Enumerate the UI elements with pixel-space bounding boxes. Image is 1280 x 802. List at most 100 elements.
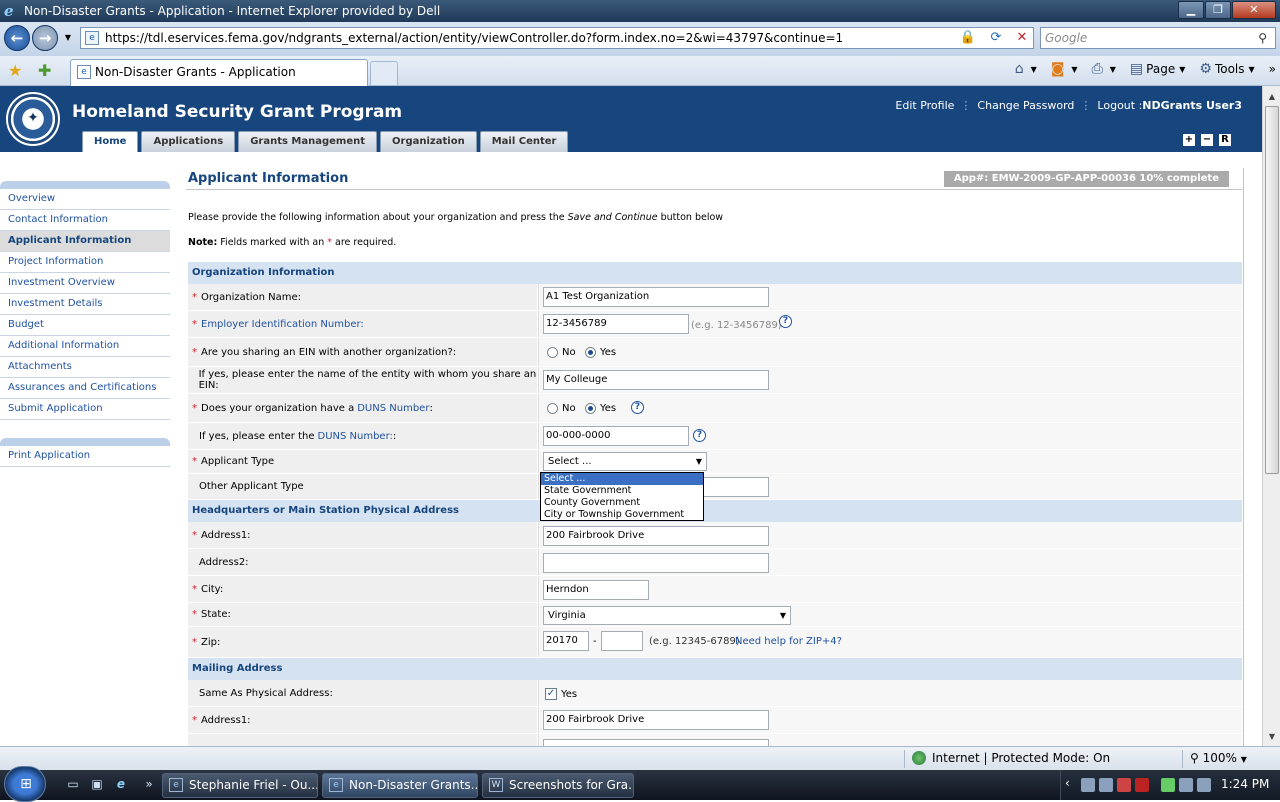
change-password-link[interactable]: Change Password <box>971 99 1080 112</box>
hq-state-select[interactable]: Virginia ▼ <box>543 606 791 625</box>
scrollbar-thumb[interactable] <box>1265 106 1279 474</box>
tab-mail-center[interactable]: Mail Center <box>479 131 569 152</box>
share-ein-yes-radio[interactable]: Yes <box>585 347 616 358</box>
sidebar-item-overview[interactable]: Overview <box>0 189 170 210</box>
refresh-icon[interactable]: ⟳ <box>986 28 1006 48</box>
page-scrollbar[interactable]: ▲ ▼ <box>1262 86 1280 746</box>
clock[interactable]: 1:24 PM <box>1221 777 1269 791</box>
taskbar-button-outlook[interactable]: e Stephanie Friel - Ou... <box>162 773 318 798</box>
duns-number-input[interactable]: 00-000-0000 <box>543 426 689 446</box>
duns-number-link[interactable]: DUNS Number: <box>318 431 393 442</box>
tab-home[interactable]: Home <box>82 131 139 152</box>
help-icon[interactable]: ? <box>693 429 706 442</box>
show-desktop-icon[interactable]: ▭ <box>64 777 82 793</box>
tab-applications[interactable]: Applications <box>141 131 236 152</box>
volume-icon[interactable] <box>1197 778 1211 792</box>
network-icon[interactable] <box>1179 778 1193 792</box>
mailing-address1-input[interactable]: 200 Fairbrook Drive <box>543 710 769 730</box>
zip4-help-link[interactable]: Need help for ZIP+4? <box>735 636 842 647</box>
share-ein-no-radio[interactable]: No <box>547 347 576 358</box>
add-favorites-icon[interactable]: ✚ <box>38 61 51 80</box>
sidebar-item-investment-overview[interactable]: Investment Overview <box>0 273 170 294</box>
sidebar-item-assurances[interactable]: Assurances and Certifications <box>0 378 170 399</box>
scroll-up-icon[interactable]: ▲ <box>1265 90 1279 104</box>
organization-name-input[interactable]: A1 Test Organization <box>543 287 769 307</box>
recent-pages-icon[interactable]: ▼ <box>58 28 78 48</box>
dropdown-option[interactable]: State Government <box>541 485 703 497</box>
help-icon[interactable]: ? <box>779 315 792 328</box>
has-duns-yes-radio[interactable]: Yes <box>585 403 616 414</box>
taskbar-button-ie[interactable]: e Non-Disaster Grants... <box>322 773 478 798</box>
has-duns-no-radio[interactable]: No <box>547 403 576 414</box>
forward-icon[interactable]: → <box>32 25 58 51</box>
ein-label-link[interactable]: Employer Identification Number: <box>201 319 364 330</box>
hq-city-input[interactable]: Herndon <box>543 580 649 600</box>
maximize-icon[interactable]: ❐ <box>1205 1 1231 19</box>
sidebar-item-contact-information[interactable]: Contact Information <box>0 210 170 231</box>
sidebar-item-additional-information[interactable]: Additional Information <box>0 336 170 357</box>
radio-circle <box>547 347 558 358</box>
address-bar[interactable]: e https://tdl.eservices.fema.gov/ndgrant… <box>80 27 1034 49</box>
sidebar-item-applicant-information[interactable]: Applicant Information <box>0 231 170 252</box>
search-icon[interactable]: ⚲ <box>1258 28 1267 48</box>
hq-zip-input[interactable]: 20170 <box>543 631 589 651</box>
page-menu[interactable]: ▤ Page ▼ <box>1130 61 1185 77</box>
hq-address1-input[interactable]: 200 Fairbrook Drive <box>543 526 769 546</box>
sidebar-item-budget[interactable]: Budget <box>0 315 170 336</box>
minimize-icon[interactable]: ▁ <box>1178 1 1204 19</box>
print-button[interactable]: ⎙ ▼ <box>1092 61 1116 77</box>
label-text: : <box>429 402 433 414</box>
lock-icon[interactable]: 🔒 <box>958 28 978 48</box>
quicklaunch-overflow-icon[interactable]: » <box>140 777 158 793</box>
sidebar-item-project-information[interactable]: Project Information <box>0 252 170 273</box>
tray-app-icon[interactable] <box>1081 778 1095 792</box>
applicant-type-select[interactable]: Select ... ▼ <box>543 452 707 471</box>
duns-number-link[interactable]: DUNS Number <box>357 403 429 414</box>
zoom-control[interactable]: ⚲ 100% ▼ <box>1190 751 1247 765</box>
back-icon[interactable]: ← <box>4 25 30 51</box>
tray-mcafee-icon[interactable] <box>1135 778 1149 792</box>
browser-tab[interactable]: e Non-Disaster Grants - Application <box>70 59 368 86</box>
scroll-down-icon[interactable]: ▼ <box>1265 730 1279 744</box>
new-tab-button[interactable] <box>370 61 398 85</box>
edit-profile-link[interactable]: Edit Profile <box>889 99 960 112</box>
increase-font-button[interactable]: + <box>1182 133 1196 147</box>
sidebar-item-attachments[interactable]: Attachments <box>0 357 170 378</box>
tray-app-icon[interactable] <box>1099 778 1113 792</box>
ie-quicklaunch-icon[interactable]: e <box>112 777 130 793</box>
dropdown-option[interactable]: City or Township Government <box>541 509 703 521</box>
search-input[interactable]: Google ⚲ <box>1040 27 1276 49</box>
sidebar-item-submit-application[interactable]: Submit Application <box>0 399 170 420</box>
taskbar-button-word[interactable]: W Screenshots for Gra... <box>482 773 634 798</box>
tray-app-icon[interactable] <box>1161 778 1175 792</box>
tray-antivirus-icon[interactable] <box>1117 778 1131 792</box>
tab-grants-management[interactable]: Grants Management <box>238 131 378 152</box>
dropdown-option[interactable]: Select ... <box>541 473 703 485</box>
favorites-star-icon[interactable]: ★ <box>8 61 22 80</box>
reset-font-button[interactable]: R <box>1218 133 1232 147</box>
security-zone[interactable]: Internet | Protected Mode: On <box>912 751 1110 765</box>
home-button[interactable]: ⌂ ▼ <box>1015 61 1037 77</box>
decrease-font-button[interactable]: − <box>1200 133 1214 147</box>
overflow-button[interactable]: » <box>1269 62 1276 76</box>
switch-windows-icon[interactable]: ▣ <box>88 777 106 793</box>
mailing-address2-input[interactable] <box>543 739 769 746</box>
feeds-button[interactable]: ◙ ▼ <box>1051 61 1078 77</box>
logout-link[interactable]: Logout :NDGrants User3 <box>1091 99 1248 112</box>
ein-input[interactable]: 12-3456789 <box>543 314 689 334</box>
start-button[interactable]: ⊞ <box>4 766 46 802</box>
stop-icon[interactable]: ✕ <box>1012 28 1032 48</box>
row-hq-state: * State: Virginia ▼ <box>188 603 1242 627</box>
close-window-icon[interactable]: ✕ <box>1232 1 1276 19</box>
tools-menu[interactable]: ⚙ Tools ▼ <box>1199 61 1254 77</box>
help-icon[interactable]: ? <box>631 401 644 414</box>
sidebar-item-investment-details[interactable]: Investment Details <box>0 294 170 315</box>
hq-zip4-input[interactable] <box>601 631 643 651</box>
hq-address2-input[interactable] <box>543 553 769 573</box>
sidebar-item-print-application[interactable]: Print Application <box>0 446 170 467</box>
tab-organization[interactable]: Organization <box>380 131 477 152</box>
tray-expand-icon[interactable]: ‹ <box>1065 776 1070 790</box>
same-as-physical-checkbox[interactable]: ✓ <box>545 688 557 700</box>
dropdown-option[interactable]: County Government <box>541 497 703 509</box>
share-entity-input[interactable]: My Colleuge <box>543 370 769 390</box>
